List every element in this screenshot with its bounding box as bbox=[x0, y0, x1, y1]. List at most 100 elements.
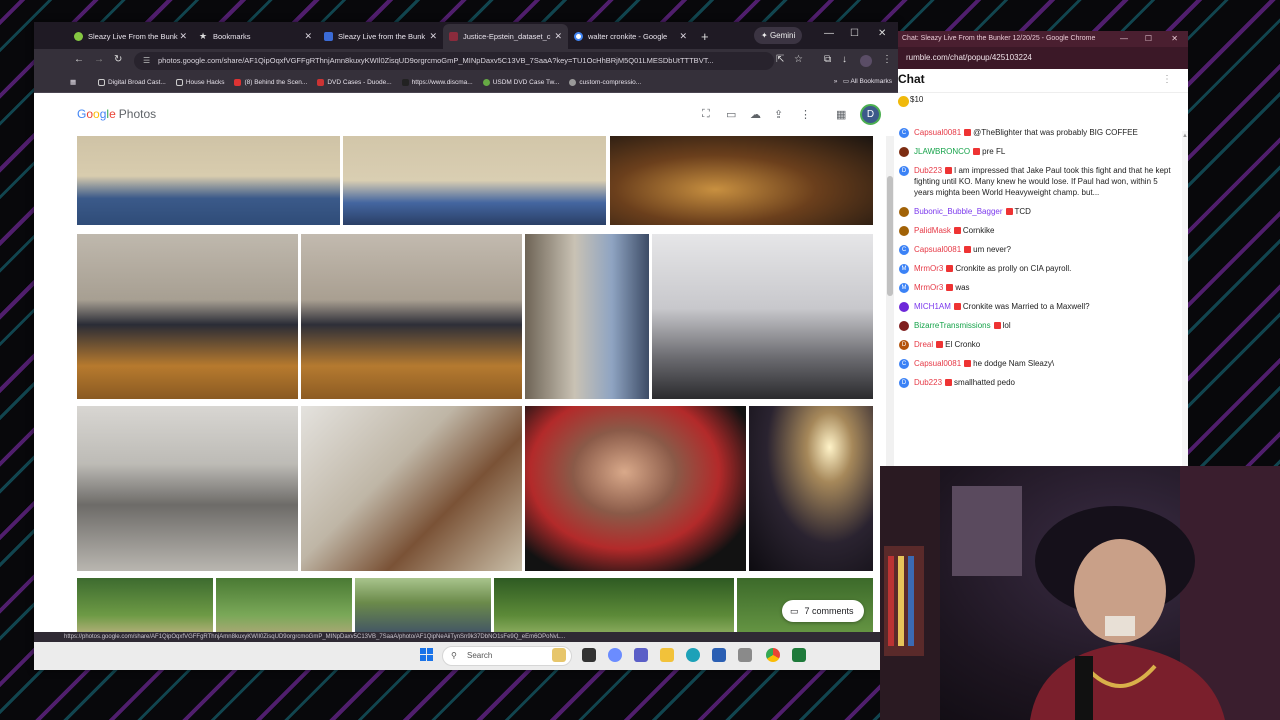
extensions-icon[interactable]: ⧉ bbox=[824, 54, 831, 65]
tab-1[interactable]: Sleazy Live From the Bunk ✕ bbox=[68, 24, 193, 49]
google-photos-logo[interactable]: Google Photos bbox=[77, 107, 156, 121]
user-avatar-icon[interactable] bbox=[899, 321, 909, 331]
store-icon[interactable] bbox=[712, 648, 726, 662]
bookmark-item-1[interactable]: Digital Broad Cast... bbox=[98, 79, 166, 86]
comments-button[interactable]: ▭ 7 comments bbox=[782, 600, 864, 622]
photo-thumbnail[interactable] bbox=[216, 578, 352, 640]
photo-thumbnail[interactable] bbox=[77, 406, 298, 571]
user-avatar-icon[interactable]: M bbox=[899, 264, 909, 274]
bookmark-star-icon[interactable]: ☆ bbox=[794, 54, 803, 65]
install-icon[interactable]: ⇱ bbox=[776, 54, 784, 65]
bookmark-item-3[interactable]: (8) Behind the Scen... bbox=[234, 79, 307, 86]
more-options-icon[interactable]: ⋮ bbox=[1162, 74, 1172, 85]
address-bar[interactable]: ☰ photos.google.com/share/AF1QipOqxfVGFFg… bbox=[134, 52, 774, 70]
bookmark-item-4[interactable]: DVD Cases - Duode... bbox=[317, 79, 392, 86]
chat-username[interactable]: MrmOr3 bbox=[914, 264, 943, 273]
chat-username[interactable]: BizarreTransmissions bbox=[914, 321, 991, 330]
bookmark-item-2[interactable]: House Hacks bbox=[175, 79, 224, 86]
chrome-taskbar-icon[interactable] bbox=[766, 648, 780, 662]
terminal-icon[interactable] bbox=[792, 648, 806, 662]
chat-scrollbar[interactable]: ▲ bbox=[1182, 131, 1188, 467]
user-avatar-icon[interactable]: C bbox=[899, 245, 909, 255]
site-settings-icon[interactable]: ☰ bbox=[143, 52, 150, 70]
user-avatar-icon[interactable]: C bbox=[899, 128, 909, 138]
user-avatar-icon[interactable]: C bbox=[899, 359, 909, 369]
share-icon[interactable]: ⇪ bbox=[774, 108, 783, 121]
chat-username[interactable]: MrmOr3 bbox=[914, 283, 943, 292]
user-avatar-icon[interactable] bbox=[899, 302, 909, 312]
user-avatar-icon[interactable] bbox=[899, 226, 909, 236]
copilot-icon[interactable] bbox=[608, 648, 622, 662]
close-window-icon[interactable]: ✕ bbox=[878, 28, 886, 39]
gemini-button[interactable]: ✦ Gemini bbox=[754, 27, 803, 44]
photo-thumbnail[interactable] bbox=[301, 406, 522, 571]
tab-5[interactable]: walter cronkite - Google ✕ bbox=[568, 24, 693, 49]
photo-thumbnail[interactable] bbox=[610, 136, 873, 225]
scrollbar-thumb[interactable] bbox=[887, 176, 893, 296]
bookmark-item-5[interactable]: https://www.discma... bbox=[401, 79, 473, 86]
photo-thumbnail[interactable] bbox=[355, 578, 491, 640]
user-avatar-icon[interactable]: M bbox=[899, 283, 909, 293]
photo-thumbnail[interactable] bbox=[652, 234, 873, 399]
chat-username[interactable]: Capsual0081 bbox=[914, 359, 961, 368]
profile-icon[interactable] bbox=[860, 55, 872, 67]
teams-icon[interactable] bbox=[634, 648, 648, 662]
chat-username[interactable]: Bubonic_Bubble_Bagger bbox=[914, 207, 1003, 216]
photo-thumbnail[interactable] bbox=[525, 234, 649, 399]
apps-grid-icon[interactable]: ▦ bbox=[70, 78, 76, 86]
scroll-up-icon[interactable]: ▲ bbox=[1182, 133, 1188, 139]
user-avatar-icon[interactable] bbox=[899, 147, 909, 157]
chat-username[interactable]: MICH1AM bbox=[914, 302, 951, 311]
windows-start-icon[interactable] bbox=[420, 648, 434, 662]
widgets-icon[interactable] bbox=[552, 648, 566, 662]
close-tab-icon[interactable]: ✕ bbox=[304, 24, 312, 49]
photo-thumbnail[interactable] bbox=[749, 406, 873, 571]
photo-thumbnail[interactable] bbox=[77, 234, 298, 399]
chrome-menu-icon[interactable]: ⋮ bbox=[882, 54, 892, 65]
avatar[interactable]: D bbox=[860, 104, 881, 125]
all-bookmarks[interactable]: » ▭ All Bookmarks bbox=[834, 77, 892, 85]
bookmark-item-6[interactable]: USDM DVD Case Tw... bbox=[482, 79, 559, 86]
close-tab-icon[interactable]: ✕ bbox=[679, 24, 687, 49]
chat-username[interactable]: Dub223 bbox=[914, 378, 942, 387]
chat-url-bar[interactable]: rumble.com/chat/popup/425103224 bbox=[898, 47, 1188, 69]
minimize-icon[interactable]: — bbox=[1120, 31, 1128, 47]
chat-username[interactable]: JLAWBRONCO bbox=[914, 147, 970, 156]
file-explorer-icon[interactable] bbox=[660, 648, 674, 662]
user-avatar-icon[interactable]: D bbox=[899, 166, 909, 176]
maximize-icon[interactable]: ☐ bbox=[1145, 31, 1152, 47]
bookmark-item-7[interactable]: custom-compressio... bbox=[569, 79, 641, 86]
shopping-bag-icon[interactable]: ⛶ bbox=[702, 108, 710, 121]
reload-icon[interactable]: ↻ bbox=[114, 54, 122, 65]
tab-4-active[interactable]: Justice-Epstein_dataset_c ✕ bbox=[443, 24, 568, 49]
close-tab-icon[interactable]: ✕ bbox=[554, 24, 562, 49]
edge-icon[interactable] bbox=[686, 648, 700, 662]
tab-2[interactable]: ★ Bookmarks ✕ bbox=[193, 24, 318, 49]
photo-thumbnail[interactable] bbox=[77, 136, 340, 225]
chat-username[interactable]: PalidMask bbox=[914, 226, 951, 235]
photo-thumbnail[interactable] bbox=[301, 234, 522, 399]
comment-icon[interactable]: ▭ bbox=[726, 108, 736, 121]
forward-arrow-icon[interactable]: → bbox=[94, 54, 104, 65]
photo-thumbnail[interactable] bbox=[343, 136, 606, 225]
close-tab-icon[interactable]: ✕ bbox=[429, 24, 437, 49]
cloud-download-icon[interactable]: ☁ bbox=[750, 108, 761, 121]
photo-thumbnail[interactable] bbox=[494, 578, 734, 640]
tab-3[interactable]: Sleazy Live from the Bunk ✕ bbox=[318, 24, 443, 49]
maximize-icon[interactable]: ☐ bbox=[850, 28, 859, 39]
minimize-icon[interactable]: — bbox=[824, 28, 834, 39]
chat-username[interactable]: Capsual0081 bbox=[914, 245, 961, 254]
back-arrow-icon[interactable]: ← bbox=[74, 54, 84, 65]
user-avatar-icon[interactable]: D bbox=[899, 378, 909, 388]
chat-username[interactable]: Dub223 bbox=[914, 166, 942, 175]
user-avatar-icon[interactable] bbox=[899, 207, 909, 217]
photo-thumbnail[interactable] bbox=[77, 578, 213, 640]
chat-username[interactable]: Capsual0081 bbox=[914, 128, 961, 137]
photo-thumbnail[interactable] bbox=[525, 406, 746, 571]
download-icon[interactable]: ↓ bbox=[842, 54, 847, 65]
user-avatar-icon[interactable]: D bbox=[899, 340, 909, 350]
settings-app-icon[interactable] bbox=[738, 648, 752, 662]
chat-username[interactable]: Dreal bbox=[914, 340, 933, 349]
task-view-icon[interactable] bbox=[582, 648, 596, 662]
close-window-icon[interactable]: ✕ bbox=[1171, 31, 1178, 47]
